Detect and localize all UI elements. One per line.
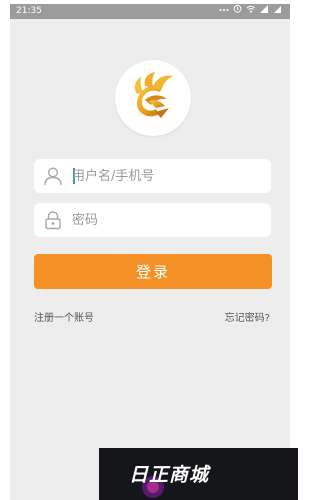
register-link[interactable]: 注册一个账号 bbox=[34, 309, 94, 324]
app-logo bbox=[115, 60, 191, 136]
alarm-icon bbox=[233, 4, 242, 19]
watermark-text: 日正商城 bbox=[129, 464, 210, 486]
username-input[interactable] bbox=[72, 159, 262, 193]
status-bar: 21:35 bbox=[10, 4, 290, 19]
user-icon bbox=[43, 166, 63, 186]
status-icons bbox=[219, 4, 282, 19]
password-field[interactable] bbox=[34, 203, 271, 237]
status-time: 21:35 bbox=[16, 6, 42, 16]
signal-icon bbox=[260, 4, 269, 19]
logo-emblem-icon bbox=[134, 72, 173, 118]
login-button[interactable]: 登录 bbox=[34, 254, 272, 289]
battery-icon bbox=[273, 4, 282, 19]
password-input[interactable] bbox=[72, 203, 262, 237]
lock-icon bbox=[43, 210, 63, 230]
watermark-banner: 日正商城 bbox=[99, 448, 298, 500]
wifi-icon bbox=[246, 4, 256, 19]
forgot-password-link[interactable]: 忘记密码? bbox=[225, 309, 270, 324]
phone-screen: 21:35 用户名/手机号 登录 注册一个账号 忘记密码? bbox=[10, 4, 290, 500]
username-field[interactable] bbox=[34, 159, 271, 193]
more-dots-icon bbox=[219, 4, 229, 19]
